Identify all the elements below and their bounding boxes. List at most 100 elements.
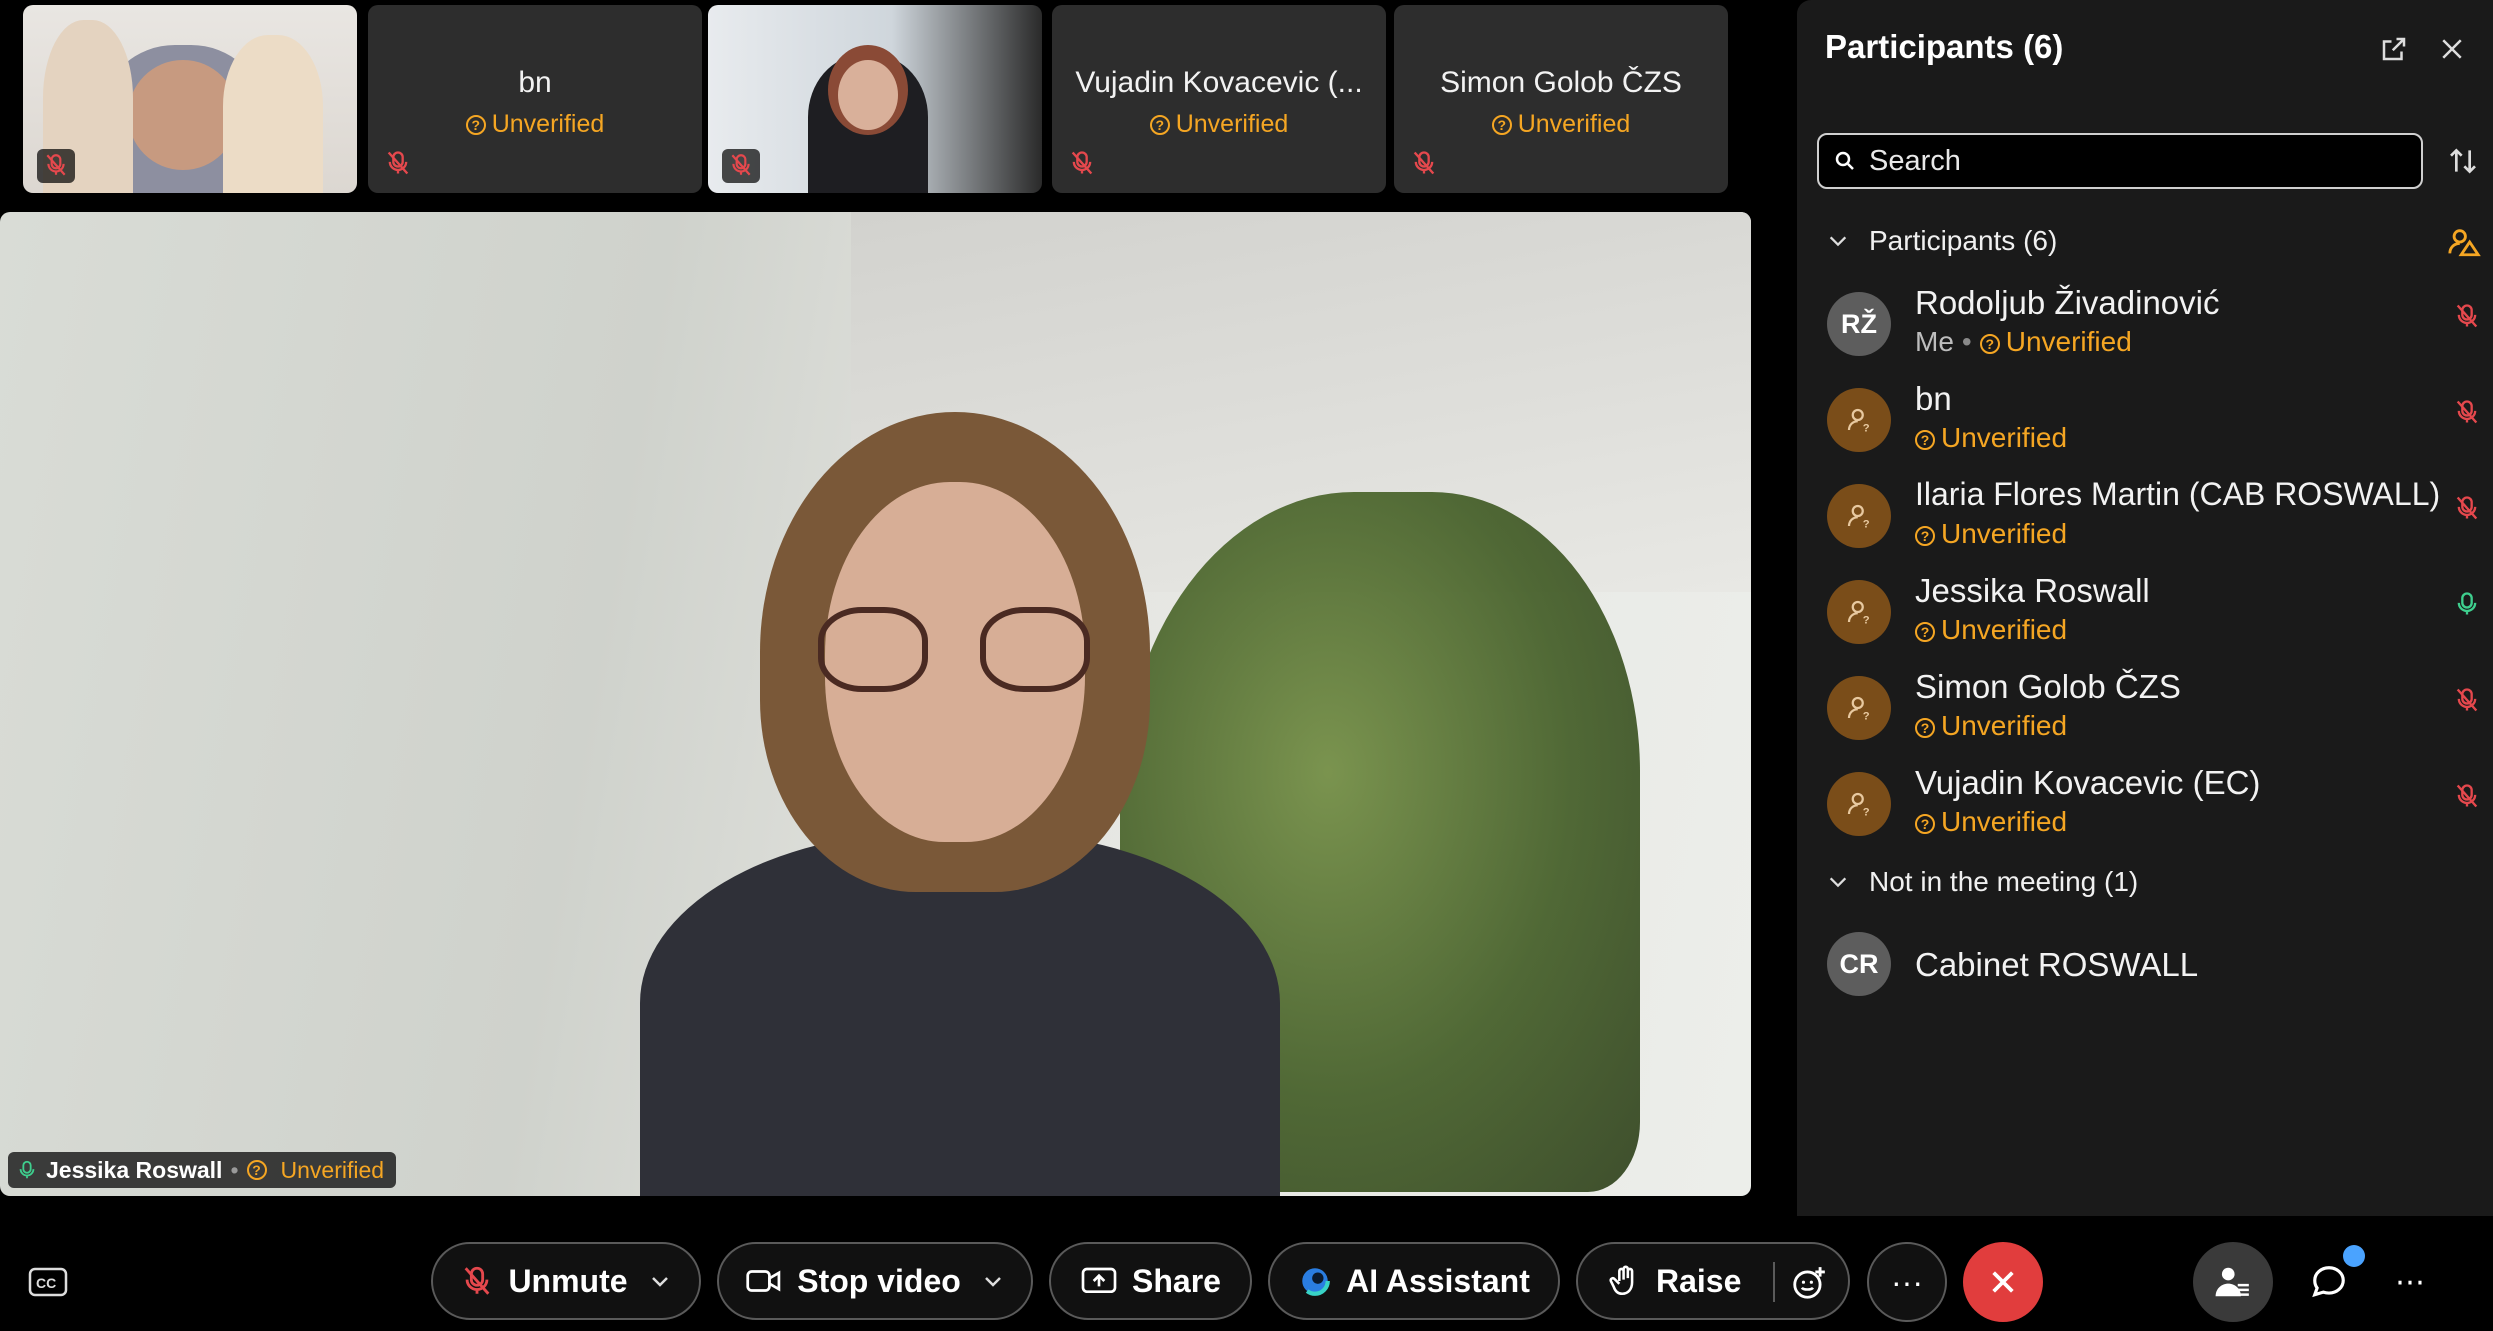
- participants-panel: Participants (6) Participants (6) RŽ Rod…: [1797, 0, 2493, 1216]
- thumbnail-name: Simon Golob ČZS: [1440, 66, 1682, 99]
- participant-name: Simon Golob ČZS: [1915, 668, 2181, 705]
- unverified-icon: ?: [1915, 430, 1935, 450]
- mic-muted-icon[interactable]: [2453, 684, 2481, 718]
- popout-icon[interactable]: [2379, 34, 2409, 64]
- speaker-name: Jessika Roswall: [46, 1156, 223, 1183]
- avatar: CR: [1827, 932, 1891, 996]
- participant-status: ? Unverified: [1915, 422, 2067, 454]
- ai-assistant-icon: [1300, 1266, 1330, 1296]
- section-label: Participants (6): [1869, 225, 2058, 256]
- participant-row[interactable]: ? Jessika Roswall ? Unverified: [1827, 572, 2483, 660]
- mic-muted-icon[interactable]: [2453, 396, 2481, 430]
- speaker-status: Unverified: [280, 1156, 385, 1183]
- thumbnail-bn[interactable]: bn ? Unverified: [368, 5, 702, 193]
- raise-hand-button[interactable]: Raise: [1576, 1242, 1850, 1320]
- ai-assistant-button[interactable]: AI Assistant: [1268, 1242, 1560, 1320]
- section-not-in-meeting[interactable]: Not in the meeting (1): [1827, 866, 2138, 898]
- chevron-down-icon: [1829, 236, 1847, 247]
- mic-muted-icon: [37, 149, 75, 183]
- svg-text:?: ?: [1863, 614, 1870, 626]
- unverified-icon: ?: [1491, 115, 1512, 135]
- guest-avatar-icon: ?: [1827, 388, 1891, 452]
- unverified-icon: ?: [1915, 622, 1935, 642]
- video-camera-icon: [746, 1270, 781, 1292]
- mic-muted-icon: [1410, 149, 1442, 181]
- participant-name: Rodoljub Živadinović: [1915, 284, 2220, 321]
- participant-row[interactable]: ? Vujadin Kovacevic (EC) ? Unverified: [1827, 764, 2483, 852]
- mic-muted-icon[interactable]: [2453, 300, 2481, 334]
- guest-avatar-icon: ?: [1827, 772, 1891, 836]
- ai-assistant-label: AI Assistant: [1346, 1262, 1530, 1299]
- hand-icon: [1609, 1265, 1634, 1296]
- guest-warning-icon[interactable]: [2447, 225, 2481, 259]
- not-in-meeting-row[interactable]: CR Cabinet ROSWALL: [1827, 924, 2483, 1012]
- participant-status: ? Unverified: [1915, 806, 2067, 838]
- mic-active-icon[interactable]: [2453, 588, 2481, 622]
- unmute-button[interactable]: Unmute: [431, 1242, 701, 1320]
- guest-avatar-icon: ?: [1827, 484, 1891, 548]
- section-in-meeting[interactable]: Participants (6): [1827, 225, 2057, 257]
- thumbnail-vujadin[interactable]: Vujadin Kovacevic (... ? Unverified: [1052, 5, 1386, 193]
- guest-avatar-icon: ?: [1827, 580, 1891, 644]
- chevron-down-icon[interactable]: [981, 1269, 1005, 1293]
- unverified-icon: ?: [465, 115, 486, 135]
- leave-meeting-button[interactable]: [1963, 1242, 2043, 1322]
- search-box[interactable]: [1817, 133, 2423, 189]
- chat-icon: [2312, 1266, 2345, 1298]
- thumbnail-status: ? Unverified: [368, 110, 702, 139]
- guest-avatar-icon: ?: [1827, 676, 1891, 740]
- share-label: Share: [1132, 1262, 1221, 1299]
- participant-row[interactable]: RŽ Rodoljub Živadinović Me •? Unverified: [1827, 284, 2483, 372]
- close-icon[interactable]: [2437, 34, 2467, 64]
- separator-dot: •: [230, 1156, 239, 1183]
- mic-muted-icon: [1068, 149, 1100, 181]
- participants-icon: [2215, 1267, 2249, 1297]
- speaker-video: [640, 412, 1280, 1196]
- reactions-icon[interactable]: [1790, 1264, 1828, 1302]
- main-video-stage[interactable]: Jessika Roswall • ? Unverified: [0, 212, 1751, 1196]
- mic-muted-icon[interactable]: [2453, 780, 2481, 814]
- meeting-toolbar: CC Unmute Stop video Share AI Assistant …: [0, 1216, 2493, 1331]
- svg-text:?: ?: [1863, 422, 1870, 434]
- svg-text:?: ?: [1863, 710, 1870, 722]
- search-input[interactable]: [1869, 144, 2389, 178]
- mic-muted-icon: [465, 1266, 490, 1295]
- stop-video-button[interactable]: Stop video: [717, 1242, 1033, 1320]
- more-options-button[interactable]: ···: [1867, 1242, 1947, 1322]
- participant-name: Ilaria Flores Martin (CAB ROSWALL): [1915, 476, 2441, 512]
- closed-captions-icon[interactable]: CC: [28, 1266, 68, 1298]
- unverified-icon: ?: [1915, 814, 1935, 834]
- participant-row[interactable]: ? bn ? Unverified: [1827, 380, 2483, 468]
- chevron-down-icon[interactable]: [648, 1269, 672, 1293]
- divider: [1773, 1262, 1775, 1302]
- participant-row[interactable]: ? Simon Golob ČZS ? Unverified: [1827, 668, 2483, 756]
- more-label: ···: [1891, 1263, 1923, 1300]
- close-icon: [1992, 1271, 2014, 1293]
- speaker-name-tag: Jessika Roswall • ? Unverified: [8, 1152, 397, 1188]
- participant-status: ? Unverified: [1915, 710, 2067, 742]
- participant-row[interactable]: ? Ilaria Flores Martin (CAB ROSWALL) ? Un…: [1827, 476, 2483, 564]
- thumbnail-status: ? Unverified: [1052, 110, 1386, 139]
- thumbnail-status: ? Unverified: [1394, 110, 1728, 139]
- participant-name: bn: [1915, 380, 1952, 417]
- participants-toggle-button[interactable]: [2193, 1242, 2273, 1322]
- participant-status: Me •? Unverified: [1915, 326, 2132, 357]
- thumbnail-video-1[interactable]: [23, 5, 357, 193]
- share-button[interactable]: Share: [1049, 1242, 1252, 1320]
- svg-text:?: ?: [1863, 518, 1870, 530]
- mic-muted-icon: [722, 149, 760, 183]
- unverified-icon: ?: [1149, 115, 1170, 135]
- stop-video-label: Stop video: [797, 1262, 961, 1299]
- mic-muted-icon[interactable]: [2453, 492, 2481, 526]
- thumbnail-simon[interactable]: Simon Golob ČZS ? Unverified: [1394, 5, 1728, 193]
- svg-text:CC: CC: [36, 1275, 56, 1291]
- sort-icon[interactable]: [2447, 145, 2479, 177]
- unverified-icon: ?: [246, 1160, 267, 1180]
- unverified-icon: ?: [1915, 718, 1935, 738]
- participant-status: ? Unverified: [1915, 518, 2067, 550]
- chat-notification-badge: [2343, 1245, 2365, 1267]
- unverified-icon: ?: [1915, 526, 1935, 546]
- section-label: Not in the meeting (1): [1869, 866, 2139, 897]
- thumbnail-video-3[interactable]: [708, 5, 1042, 193]
- overflow-menu-icon[interactable]: ⋯: [2385, 1242, 2435, 1322]
